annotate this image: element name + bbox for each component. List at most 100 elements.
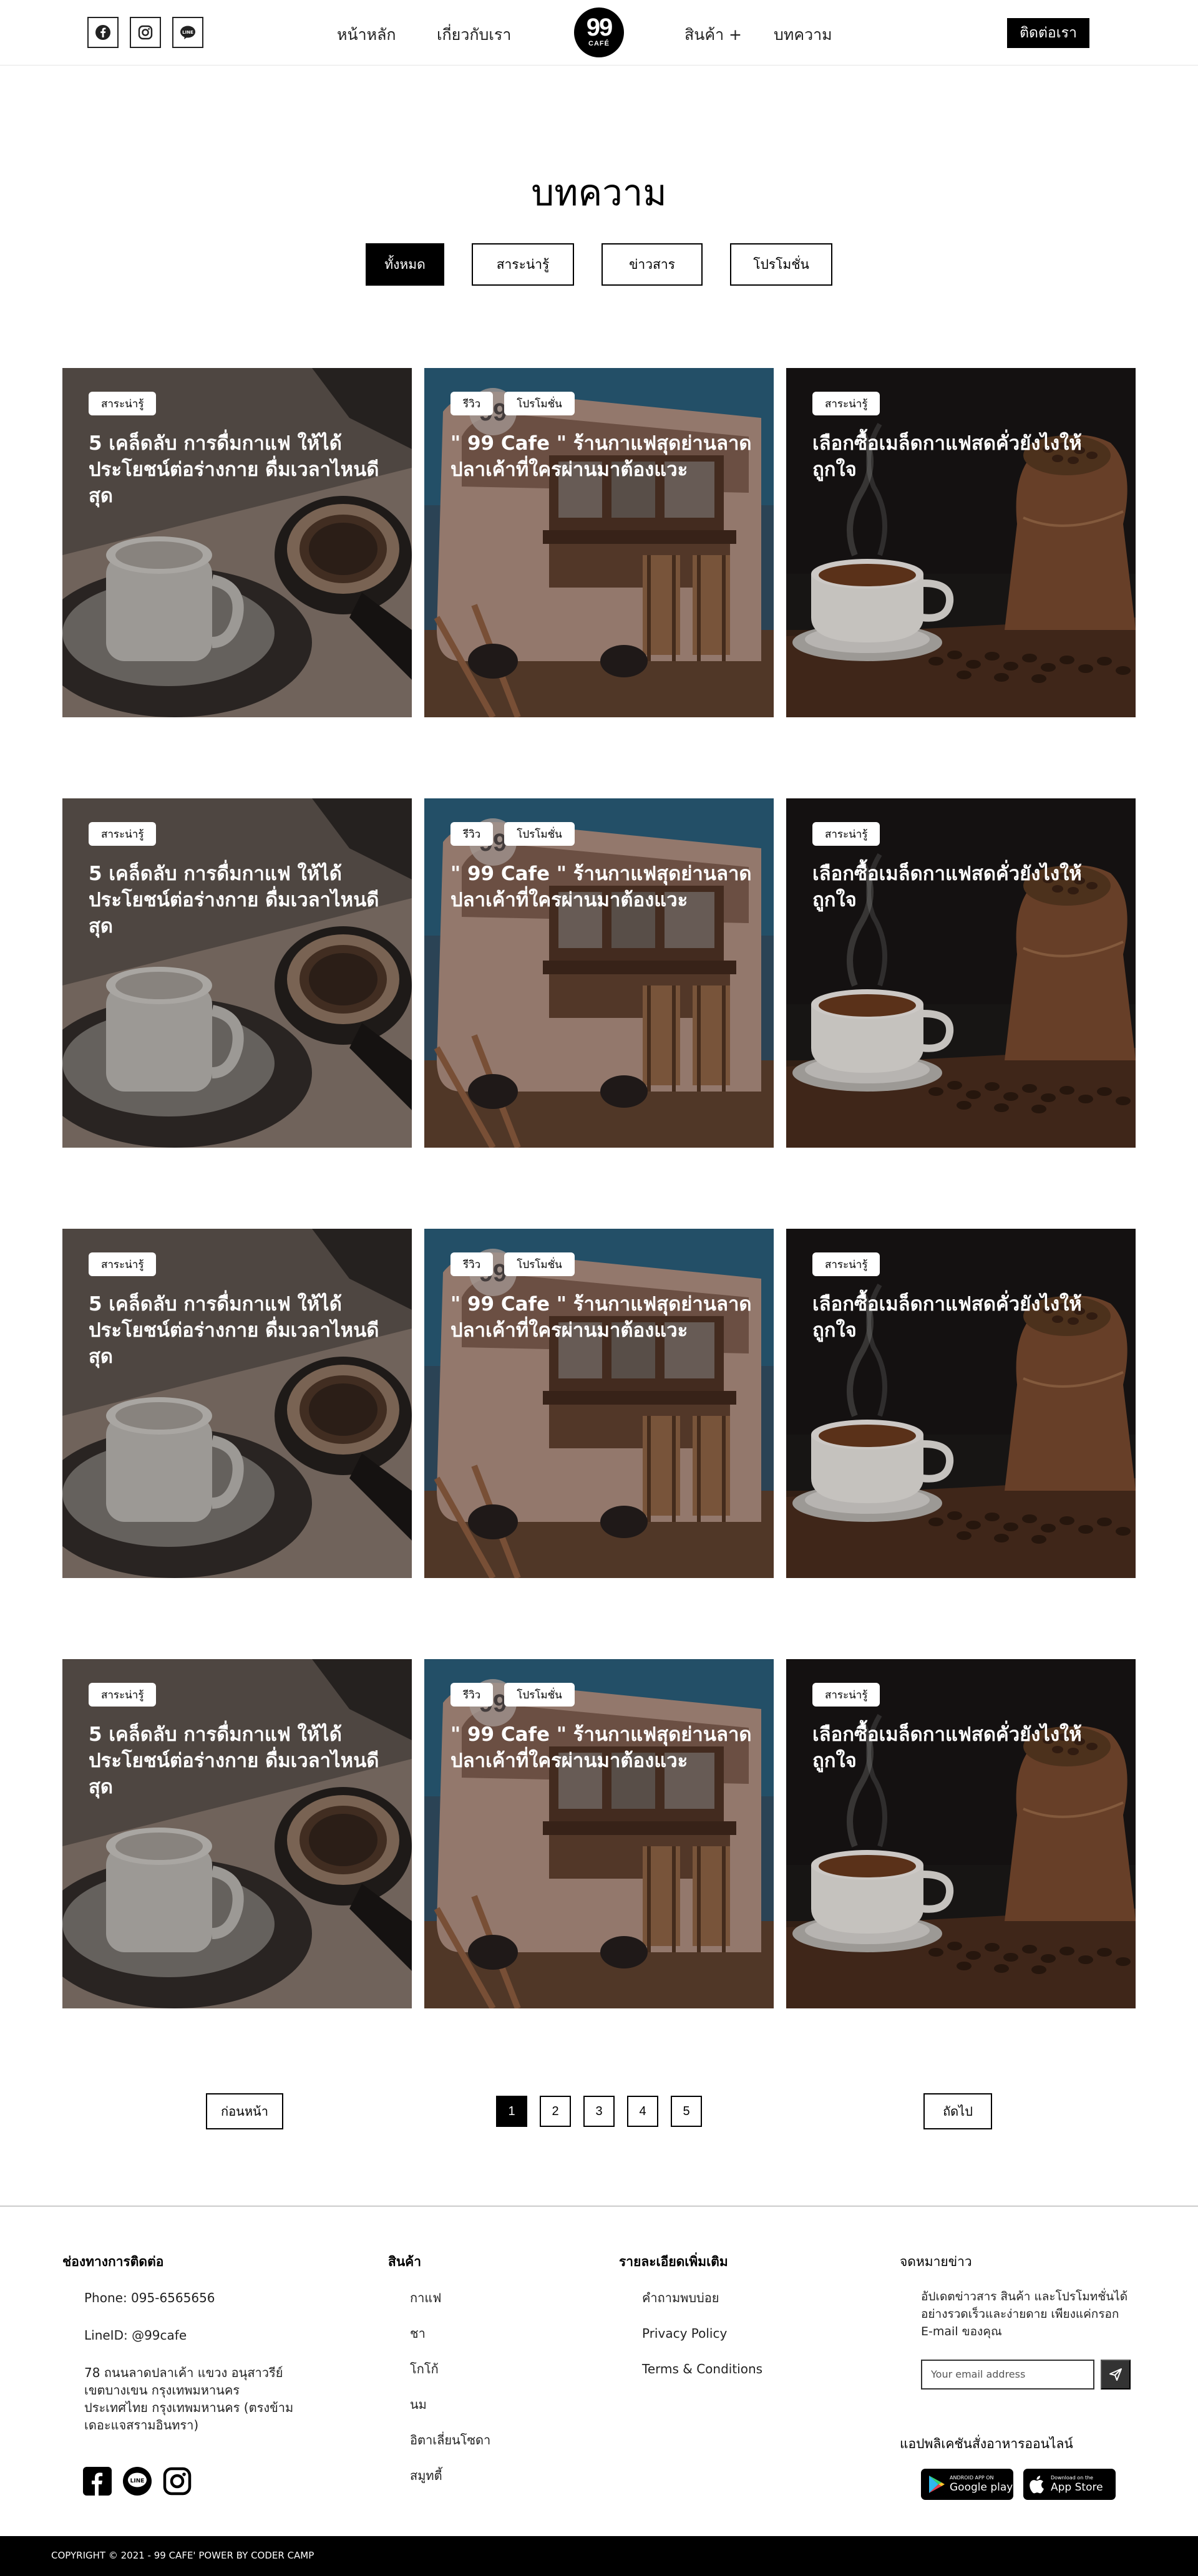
article-card[interactable]: สาระน่ารู้ 5 เคล็ดลับ การดื่มกาแฟ ให้ได้ป… [62, 1659, 412, 2008]
google-play-badge[interactable]: ANDROID APP ON Google play [921, 2469, 1013, 2500]
footer-product-italian-soda[interactable]: อิตาเลี่ยนโซดา [410, 2431, 490, 2449]
article-image [786, 1659, 1136, 2008]
logo-text: CAFÉ [588, 40, 610, 47]
facebook-icon [95, 25, 110, 40]
footer-product-coffee[interactable]: กาแฟ [410, 2289, 441, 2307]
filter-knowledge[interactable]: สาระน่ารู้ [472, 243, 574, 286]
next-page-button[interactable]: ถัดไป [923, 2093, 992, 2129]
article-image [786, 798, 1136, 1148]
article-tag[interactable]: รีวิว [450, 392, 494, 415]
line-link[interactable]: LINE [172, 17, 203, 48]
page-1[interactable]: 1 [496, 2096, 527, 2127]
nav-articles[interactable]: บทความ [774, 22, 832, 47]
article-tag[interactable]: สาระน่ารู้ [89, 392, 157, 415]
line-icon: LINE [180, 26, 195, 39]
article-card[interactable]: สาระน่ารู้ 5 เคล็ดลับ การดื่มกาแฟ ให้ได้ป… [62, 798, 412, 1148]
footer-product-cocoa[interactable]: โกโก้ [410, 2360, 439, 2378]
prev-page-button[interactable]: ก่อนหน้า [206, 2093, 283, 2129]
app-store-badge[interactable]: Download on the App Store [1023, 2469, 1116, 2500]
contact-button[interactable]: ติดต่อเรา [1007, 18, 1089, 48]
article-image: 99 [424, 1659, 774, 2008]
header-social-links: LINE [87, 17, 203, 48]
facebook-icon [83, 2467, 112, 2496]
newsletter-submit-button[interactable] [1101, 2360, 1131, 2390]
article-card[interactable]: สาระน่ารู้ 5 เคล็ดลับ การดื่มกาแฟ ให้ได้ป… [62, 1229, 412, 1578]
instagram-icon [163, 2467, 192, 2496]
footer-facebook-link[interactable] [83, 2467, 112, 2498]
article-tags: สาระน่ารู้ [812, 1683, 880, 1707]
instagram-link[interactable] [130, 17, 161, 48]
footer-products-heading: สินค้า [388, 2254, 422, 2269]
newsletter-email-input[interactable]: Your email address [921, 2360, 1094, 2390]
article-card[interactable]: สาระน่ารู้ 5 เคล็ดลับ การดื่มกาแฟ ให้ได้ป… [62, 368, 412, 717]
article-tag[interactable]: โปรโมชั่น [504, 392, 575, 415]
article-tag[interactable]: รีวิว [450, 822, 494, 846]
article-card[interactable]: 99 รีวิว โปรโมชั่น " 99 Cafe " ร้านกาแฟสุด… [424, 798, 774, 1148]
footer-privacy-link[interactable]: Privacy Policy [642, 2325, 727, 2342]
article-tag[interactable]: รีวิว [450, 1252, 494, 1276]
page-4[interactable]: 4 [627, 2096, 658, 2127]
svg-text:LINE: LINE [130, 2478, 145, 2484]
article-title: " 99 Cafe " ร้านกาแฟสุดย่านลาดปลาเค้าที่… [450, 1293, 752, 1342]
article-tags: สาระน่ารู้ [89, 392, 157, 415]
article-image [62, 1229, 412, 1578]
article-tag[interactable]: สาระน่ารู้ [812, 1252, 880, 1276]
instagram-icon [138, 25, 153, 40]
svg-text:LINE: LINE [182, 30, 193, 35]
nav-about[interactable]: เกี่ยวกับเรา [437, 22, 511, 47]
article-tag[interactable]: รีวิว [450, 1683, 494, 1707]
article-image [62, 368, 412, 717]
article-card[interactable]: 99 รีวิว โปรโมชั่น " 99 Cafe " ร้านกาแฟสุด… [424, 1659, 774, 2008]
footer-more-heading: รายละเอียดเพิ่มเติม [619, 2254, 728, 2269]
copyright-text: COPYRIGHT © 2021 - 99 CAFE' POWER BY COD… [51, 2550, 314, 2561]
page-3[interactable]: 3 [583, 2096, 615, 2127]
footer-newsletter-text: อัปเดตข่าวสาร สินค้า และโปรโมทชั่นได้อย่… [921, 2290, 1128, 2338]
article-card[interactable]: สาระน่ารู้ เลือกซื้อเมล็ดกาแฟสดคั่วยังไงใ… [786, 1229, 1136, 1578]
page-5[interactable]: 5 [671, 2096, 702, 2127]
article-title: 5 เคล็ดลับ การดื่มกาแฟ ให้ได้ประโยชน์ต่อ… [89, 863, 379, 937]
article-image [786, 368, 1136, 717]
filter-news[interactable]: ข่าวสาร [601, 243, 703, 286]
article-tag[interactable]: สาระน่ารู้ [812, 392, 880, 415]
article-tag[interactable]: โปรโมชั่น [504, 1252, 575, 1276]
article-tag[interactable]: สาระน่ารู้ [89, 1252, 157, 1276]
article-card[interactable]: สาระน่ารู้ เลือกซื้อเมล็ดกาแฟสดคั่วยังไงใ… [786, 1659, 1136, 2008]
footer-line-link[interactable]: LINE [123, 2467, 152, 2498]
article-tag[interactable]: สาระน่ารู้ [89, 822, 157, 846]
filter-promotion[interactable]: โปรโมชั่น [730, 243, 832, 286]
footer-terms-link[interactable]: Terms & Conditions [642, 2360, 762, 2378]
filter-all[interactable]: ทั้งหมด [366, 243, 444, 286]
google-play-big-text: Google play [950, 2481, 1013, 2494]
article-title: 5 เคล็ดลับ การดื่มกาแฟ ให้ได้ประโยชน์ต่อ… [89, 1293, 379, 1368]
footer-instagram-link[interactable] [163, 2467, 192, 2498]
article-card[interactable]: สาระน่ารู้ เลือกซื้อเมล็ดกาแฟสดคั่วยังไงใ… [786, 368, 1136, 717]
article-image: 99 [424, 798, 774, 1148]
article-card[interactable]: 99 รีวิว โปรโมชั่น " 99 Cafe " ร้านกาแฟสุด… [424, 368, 774, 717]
footer-faq-link[interactable]: คำถามพบบ่อย [642, 2289, 719, 2307]
article-title: " 99 Cafe " ร้านกาแฟสุดย่านลาดปลาเค้าที่… [450, 863, 752, 911]
article-tag[interactable]: สาระน่ารู้ [89, 1683, 157, 1707]
nav-products[interactable]: สินค้า + [684, 22, 742, 47]
app-store-small-text: Download on the [1051, 2475, 1093, 2481]
article-tag[interactable]: โปรโมชั่น [504, 1683, 575, 1707]
article-tag[interactable]: สาระน่ารู้ [812, 822, 880, 846]
article-card[interactable]: 99 รีวิว โปรโมชั่น " 99 Cafe " ร้านกาแฟสุด… [424, 1229, 774, 1578]
page-title: บทความ [531, 172, 667, 214]
footer-newsletter-heading: จดหมายข่าว [900, 2254, 972, 2269]
footer-product-smoothie[interactable]: สมูทตี้ [410, 2467, 442, 2484]
app-store-big-text: App Store [1051, 2481, 1103, 2494]
footer-product-milk[interactable]: นม [410, 2396, 427, 2413]
article-image [786, 1229, 1136, 1578]
article-tag[interactable]: โปรโมชั่น [504, 822, 575, 846]
article-image [62, 798, 412, 1148]
article-card[interactable]: สาระน่ารู้ เลือกซื้อเมล็ดกาแฟสดคั่วยังไงใ… [786, 798, 1136, 1148]
footer-product-tea[interactable]: ชา [410, 2325, 426, 2342]
article-tags: รีวิว โปรโมชั่น [450, 822, 575, 846]
site-logo[interactable]: 99 CAFÉ [574, 7, 624, 57]
page-2[interactable]: 2 [540, 2096, 571, 2127]
nav-home[interactable]: หน้าหลัก [337, 22, 396, 47]
article-tags: สาระน่ารู้ [89, 1252, 157, 1276]
article-title: 5 เคล็ดลับ การดื่มกาแฟ ให้ได้ประโยชน์ต่อ… [89, 1723, 379, 1798]
article-tag[interactable]: สาระน่ารู้ [812, 1683, 880, 1707]
facebook-link[interactable] [87, 17, 119, 48]
